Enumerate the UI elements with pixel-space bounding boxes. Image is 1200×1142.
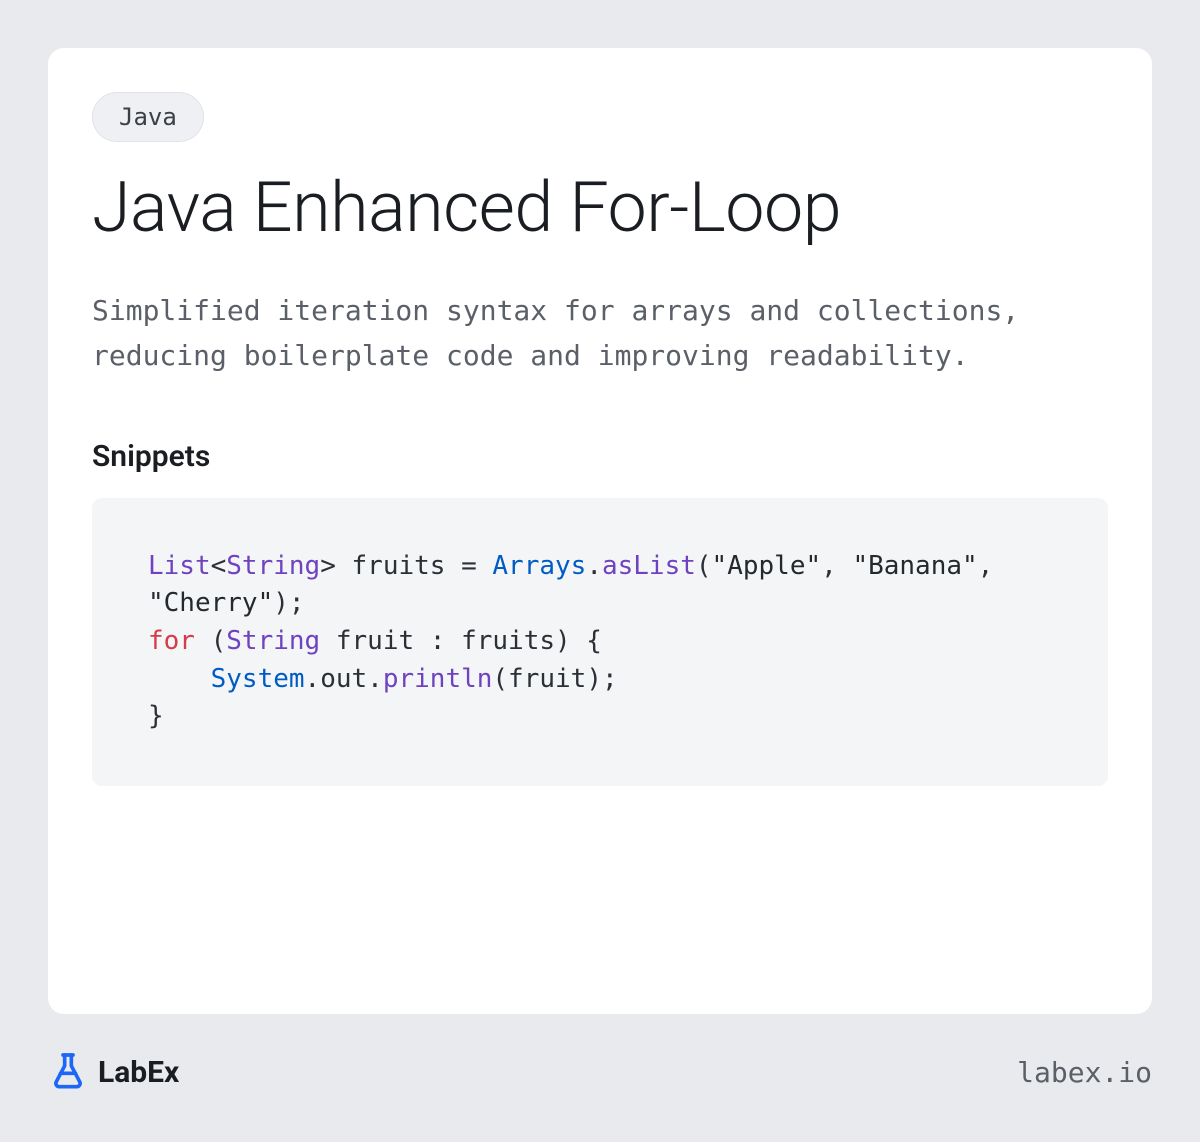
content-card: Java Java Enhanced For-Loop Simplified i… <box>48 48 1152 1014</box>
flask-icon <box>48 1050 88 1094</box>
description-text: Simplified iteration syntax for arrays a… <box>92 289 1108 379</box>
brand-name: LabEx <box>98 1055 179 1090</box>
footer: LabEx labex.io <box>48 1014 1152 1094</box>
page-title: Java Enhanced For-Loop <box>92 170 1108 247</box>
snippets-heading: Snippets <box>92 439 1108 474</box>
language-badge: Java <box>92 92 204 142</box>
code-snippet: List<String> fruits = Arrays.asList("App… <box>92 498 1108 786</box>
brand-url: labex.io <box>1017 1056 1152 1089</box>
brand: LabEx <box>48 1050 179 1094</box>
